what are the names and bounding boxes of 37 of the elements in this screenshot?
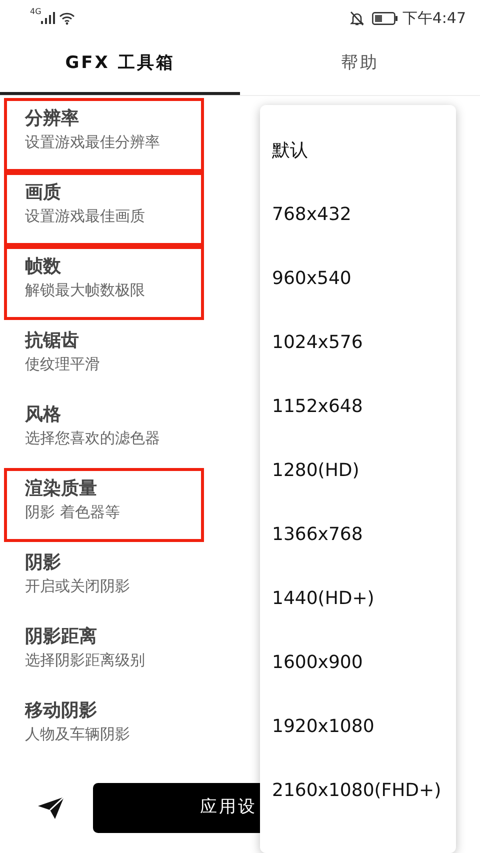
setting-description: 设置游戏最佳画质 — [25, 206, 146, 227]
setting-description: 设置游戏最佳分辨率 — [25, 132, 161, 153]
network-label: 4G — [30, 6, 42, 18]
setting-title[interactable]: 画质 — [25, 181, 61, 204]
dropdown-option[interactable]: 1024x576 — [260, 311, 456, 375]
tab[interactable]: GFX 工具箱 — [0, 36, 240, 95]
dropdown-option[interactable]: 1152x648 — [260, 375, 456, 439]
dropdown-option[interactable]: 960x540 — [260, 247, 456, 311]
setting-description: 人物及车辆阴影 — [25, 724, 131, 745]
send-icon[interactable] — [38, 797, 64, 819]
setting-description: 解锁最大帧数极限 — [25, 280, 146, 301]
setting-title[interactable]: 风格 — [25, 403, 61, 426]
wifi-icon — [59, 12, 76, 24]
setting-title[interactable]: 分辨率 — [25, 107, 79, 130]
bell-off-icon — [350, 10, 364, 26]
setting-title[interactable]: 阴影距离 — [25, 625, 97, 648]
setting-title[interactable]: 抗锯齿 — [25, 329, 79, 352]
setting-description: 使纹理平滑 — [25, 354, 101, 375]
setting-description: 阴影 着色器等 — [25, 502, 121, 523]
setting-title[interactable]: 阴影 — [25, 551, 61, 574]
dropdown-option[interactable]: 1280(HD) — [260, 439, 456, 503]
signal-icon — [41, 12, 56, 24]
setting-description: 选择您喜欢的滤色器 — [25, 428, 161, 449]
setting-title[interactable]: 帧数 — [25, 255, 61, 278]
setting-title[interactable]: 渲染质量 — [25, 477, 97, 500]
dropdown-option[interactable]: 1366x768 — [260, 503, 456, 567]
dropdown-option[interactable]: 1600x900 — [260, 631, 456, 695]
setting-description: 选择阴影距离级别 — [25, 650, 146, 671]
tab[interactable]: 帮助 — [240, 36, 480, 95]
setting-title[interactable]: 移动阴影 — [25, 699, 97, 722]
dropdown-option[interactable]: 768x432 — [260, 183, 456, 247]
status-time: 下午4:47 — [402, 8, 466, 29]
dropdown-option[interactable]: 1920x1080 — [260, 695, 456, 759]
dropdown-option[interactable]: 默认 — [260, 119, 456, 183]
setting-description: 开启或关闭阴影 — [25, 576, 131, 597]
battery-icon — [372, 12, 398, 24]
dropdown-option[interactable]: 1440(HD+) — [260, 567, 456, 631]
